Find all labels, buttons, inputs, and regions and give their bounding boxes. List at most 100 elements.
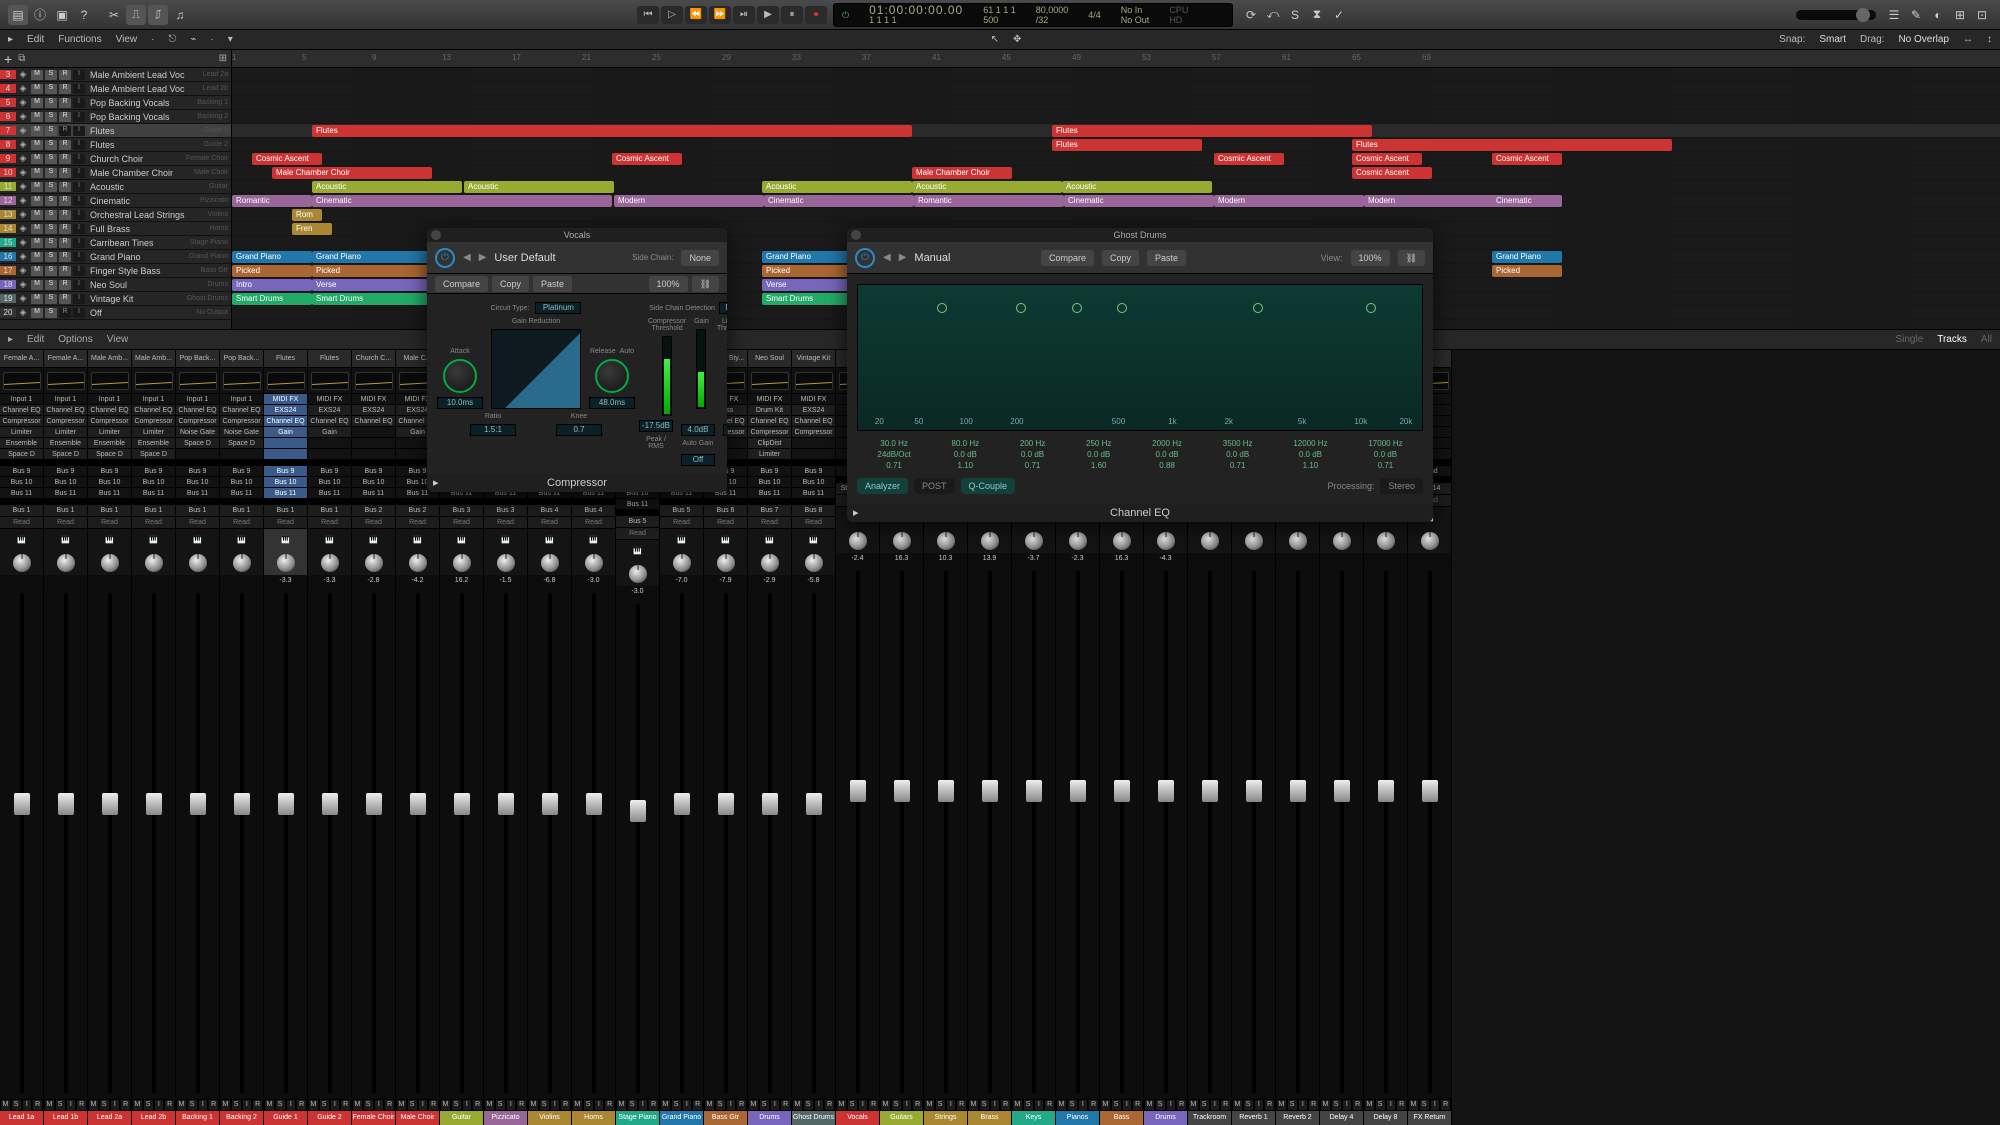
rec-button[interactable]: R [1440,1099,1451,1111]
input-button[interactable]: I [66,1099,77,1111]
mute-button[interactable]: M [660,1099,671,1111]
rec-button[interactable]: R [1352,1099,1363,1111]
mute-button[interactable]: M [31,112,43,122]
track-header-row[interactable]: 10◈MSRIMale Chamber ChoirMale Choir [0,166,231,180]
strip-label[interactable]: Reverb 2 [1276,1111,1319,1125]
input-slot[interactable]: Input 1 [132,394,175,405]
list-icon[interactable]: ☰ [1884,5,1904,25]
disclosure-icon[interactable]: ▸ [853,504,859,522]
insert-slot[interactable]: Channel EQ [264,416,307,427]
mute-button[interactable]: M [31,154,43,164]
insert-slot[interactable]: Limiter [748,449,791,460]
eq-band-node[interactable] [937,303,947,313]
volume-fader[interactable] [1408,565,1451,1099]
input-slot[interactable]: Input 1 [220,394,263,405]
strip-label[interactable]: Delay 8 [1364,1111,1407,1125]
input-button[interactable]: I [154,1099,165,1111]
send-slot[interactable]: Bus 10 [88,477,131,488]
input-monitor-button[interactable]: I [73,112,85,122]
solo-button[interactable]: S [45,238,57,248]
snap-mode[interactable]: Smart [1819,34,1846,45]
mute-button[interactable]: M [44,1099,55,1111]
lcd-loc-r[interactable]: 500 [983,15,1016,25]
strip-label[interactable]: Lead 2b [132,1111,175,1125]
output-slot[interactable]: Bus 2 [352,505,395,517]
analyzer-button[interactable]: Analyzer [857,478,908,494]
pan-knob[interactable] [88,551,131,575]
region[interactable]: Cosmic Ascent [1352,167,1432,179]
disclosure-icon[interactable]: ▸ [433,474,439,492]
view-zoom[interactable]: 100% [1351,250,1390,266]
thr-val[interactable]: -17.5dB [639,420,673,432]
strip-setting[interactable]: Male Amb... [88,350,131,368]
input-monitor-button[interactable]: I [73,154,85,164]
track-name[interactable]: Orchestral Lead Strings [86,210,185,220]
volume-fader[interactable] [308,587,351,1099]
automation-mode[interactable]: Read [44,517,87,529]
mute-button[interactable]: M [1188,1099,1199,1111]
nav-prev-button[interactable]: ◀ [883,252,891,263]
record-enable-button[interactable]: R [59,112,71,122]
strip-setting[interactable]: Female A... [0,350,43,368]
copy-button[interactable]: Copy [492,276,529,292]
mute-button[interactable]: M [31,280,43,290]
pan-knob[interactable] [220,551,263,575]
paste-button[interactable]: Paste [1147,250,1186,266]
close-icon[interactable] [431,230,441,240]
send-slot[interactable]: Bus 11 [748,488,791,499]
mute-button[interactable]: M [132,1099,143,1111]
gain-val[interactable]: 4.0dB [681,424,715,436]
solo-button[interactable]: S [1419,1099,1430,1111]
region[interactable]: Acoustic [1062,181,1212,193]
record-enable-button[interactable]: R [59,266,71,276]
strip-label[interactable]: Violins [528,1111,571,1125]
send-slot[interactable]: Bus 10 [352,477,395,488]
insert-slot[interactable]: Channel EQ [220,405,263,416]
ratio-value[interactable]: 1.5:1 [470,424,516,436]
solo-button[interactable]: S [45,84,57,94]
insert-slot[interactable]: Ensemble [44,438,87,449]
sidechain-select[interactable]: None [681,250,719,266]
volume-fader[interactable] [132,587,175,1099]
strip-label[interactable]: Female Choir [352,1111,395,1125]
input-slot[interactable]: MIDI FX [264,394,307,405]
insert-slot[interactable]: Ensemble [0,438,43,449]
output-slot[interactable]: Bus 1 [264,505,307,517]
region[interactable]: Cosmic Ascent [252,153,322,165]
region[interactable]: Picked [312,265,442,277]
mute-button[interactable]: M [440,1099,451,1111]
insert-slot[interactable]: Gain [264,427,307,438]
region[interactable]: Cinematic [764,195,914,207]
track-header-row[interactable]: 20◈MSRIOffNo Output [0,306,231,320]
insert-slot[interactable]: Noise Gate [176,427,219,438]
volume-fader[interactable] [1232,565,1275,1099]
track-header-row[interactable]: 16◈MSRIGrand PianoGrand Piano [0,250,231,264]
region[interactable]: Fren [292,223,332,235]
output-slot[interactable]: Bus 2 [396,505,439,517]
editors-icon[interactable]: ⎎ [148,5,168,25]
region[interactable]: Acoustic [762,181,912,193]
send-slot[interactable]: Bus 10 [308,477,351,488]
input-monitor-button[interactable]: I [73,98,85,108]
pan-knob[interactable] [836,529,879,553]
pan-knob[interactable] [1276,529,1319,553]
automation-mode[interactable]: Read [792,517,835,529]
track-lane[interactable]: FlutesFlutes [232,124,2000,138]
volume-fader[interactable] [836,565,879,1099]
record-enable-button[interactable]: R [59,280,71,290]
track-header-row[interactable]: 19◈MSRIVintage KitGhost Drums [0,292,231,306]
pan-knob[interactable] [44,551,87,575]
nav-next-button[interactable]: ▶ [899,252,907,263]
rec-button[interactable]: R [1132,1099,1143,1111]
input-button[interactable]: I [1166,1099,1177,1111]
automation-mode[interactable]: Read [616,528,659,540]
input-button[interactable]: I [1386,1099,1397,1111]
volume-fader[interactable] [1012,565,1055,1099]
empty-slot[interactable] [792,438,835,449]
strip-label[interactable]: Strings [924,1111,967,1125]
toolbox-icon[interactable]: ▣ [52,5,72,25]
solo-button[interactable]: S [45,140,57,150]
solo-button[interactable]: S [847,1099,858,1111]
rec-button[interactable]: R [1308,1099,1319,1111]
empty-slot[interactable] [792,449,835,460]
